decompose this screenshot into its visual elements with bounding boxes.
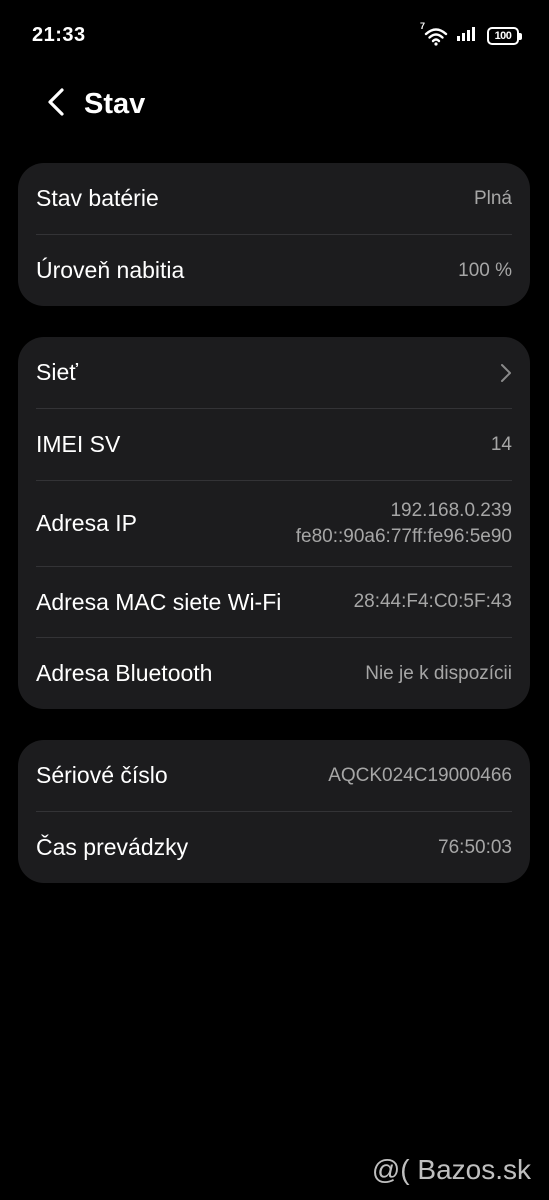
status-bar: 21:33 7 100 (0, 0, 549, 74)
network-card: Sieť IMEI SV 14 Adresa IP 192.168.0.239 … (18, 337, 530, 709)
uptime-row[interactable]: Čas prevádzky 76:50:03 (36, 811, 512, 883)
row-label: Adresa MAC siete Wi-Fi (36, 588, 282, 615)
row-label: Stav batérie (36, 185, 159, 211)
serial-number-row[interactable]: Sériové číslo AQCK024C19000466 (36, 740, 512, 811)
battery-level-row[interactable]: Úroveň nabitia 100 % (36, 234, 512, 306)
watermark: @( Bazos.sk (371, 1154, 531, 1185)
device-card: Sériové číslo AQCK024C19000466 Čas prevá… (18, 740, 530, 883)
status-time: 21:33 (32, 24, 86, 46)
row-value: 14 (490, 433, 512, 455)
row-label: Sieť (36, 359, 78, 385)
row-label: IMEI SV (36, 431, 121, 457)
signal-icon (457, 25, 479, 46)
chevron-left-icon (46, 87, 66, 122)
row-value: 28:44:F4:C0:5F:43 (353, 591, 512, 612)
battery-icon: 100 (487, 26, 522, 45)
ipv6-value: fe80::90a6:77ff:fe96:5e90 (295, 525, 512, 547)
ip-address-values: 192.168.0.239 fe80::90a6:77ff:fe96:5e90 (296, 498, 512, 550)
row-value: Nie je k dispozícii (365, 662, 512, 684)
chevron-right-icon (500, 363, 512, 383)
row-label: Sériové číslo (36, 762, 168, 788)
battery-card: Stav batérie Plná Úroveň nabitia 100 % (18, 163, 530, 306)
row-label: Úroveň nabitia (36, 257, 185, 283)
row-value: AQCK024C19000466 (328, 764, 512, 786)
header: Stav (0, 76, 549, 132)
ip-address-row[interactable]: Adresa IP 192.168.0.239 fe80::90a6:77ff:… (36, 480, 512, 566)
bluetooth-address-row[interactable]: Adresa Bluetooth Nie je k dispozícii (36, 637, 512, 709)
row-value: 76:50:03 (438, 836, 512, 858)
row-label: Čas prevádzky (36, 834, 189, 860)
wifi-standard-badge: 7 (420, 20, 426, 31)
row-label: Adresa Bluetooth (36, 660, 213, 686)
ipv4-value: 192.168.0.239 (390, 499, 512, 521)
network-row[interactable]: Sieť (36, 337, 512, 408)
row-label: Adresa IP (36, 510, 137, 536)
row-value: 100 % (458, 259, 512, 281)
wifi-icon: 7 (420, 21, 449, 46)
back-button[interactable] (36, 84, 76, 124)
imei-sv-row[interactable]: IMEI SV 14 (36, 408, 512, 480)
wifi-mac-row[interactable]: Adresa MAC siete Wi-Fi 28:44:F4:C0:5F:43 (36, 566, 512, 637)
row-value: Plná (473, 187, 512, 209)
battery-status-row[interactable]: Stav batérie Plná (36, 163, 512, 234)
page-title: Stav (84, 88, 146, 120)
status-icons: 7 100 (420, 21, 522, 46)
